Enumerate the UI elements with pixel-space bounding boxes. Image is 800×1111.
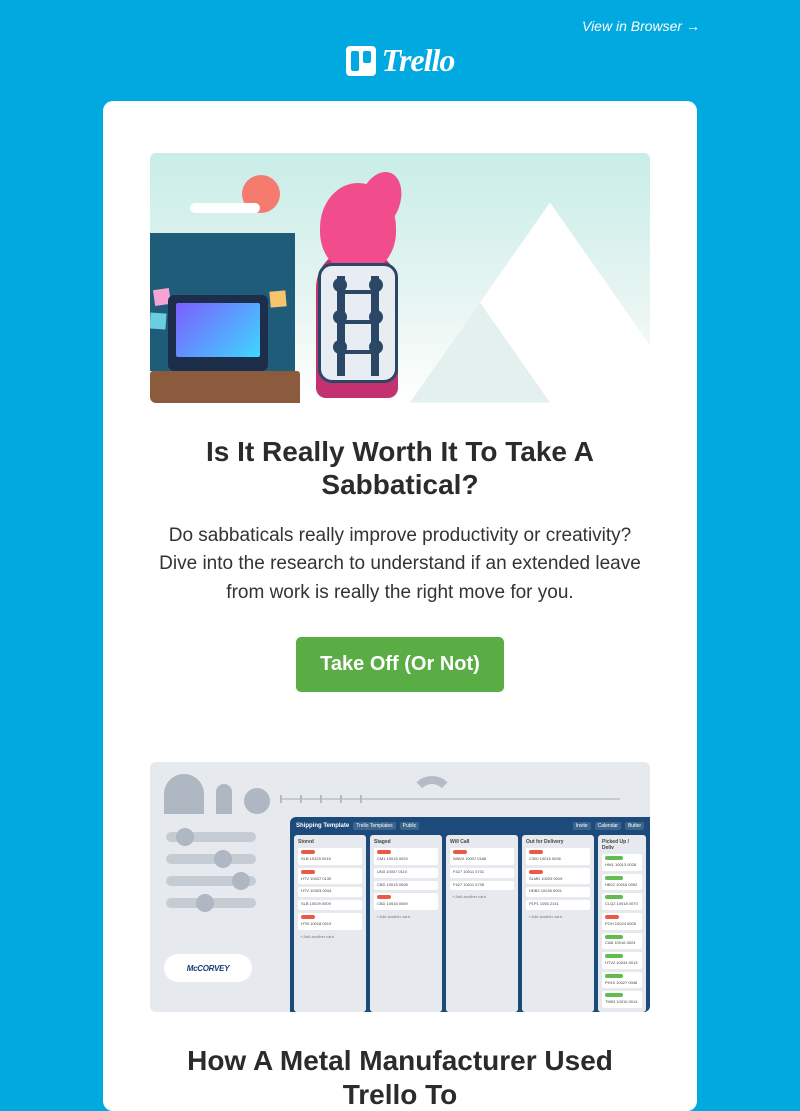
list-title: Staged [374,839,438,845]
board-chip: Invite [573,822,591,830]
board-title: Shipping Template [296,823,349,829]
board-card: CBD 10016 0069 [374,893,438,910]
board-chip: Calendar [595,822,621,830]
board-card: SLB 10029 0009 [298,900,362,910]
board-chip: Butler [625,822,644,830]
trello-board-preview: Shipping Template Trello Templates Publi… [290,817,650,1012]
add-another-card: + Add another card [450,893,514,900]
add-another-card: + Add another card [374,913,438,920]
logo-area: Trello [0,34,800,101]
board-card: PH15 10027 0046 [602,972,642,989]
board-list: Picked Up / Deliv HW1 10013 0028 HB22 1001… [598,835,646,1012]
hero-illustration-manufacturer[interactable]: McCORVEY Shipping Template Trello Templa… [150,762,650,1012]
board-card: CBD 10015 0008 [374,881,438,891]
cta-button-take-off[interactable]: Take Off (Or Not) [296,637,504,692]
board-card: HTV 10303 0044 [298,887,362,897]
board-list: Out for Delivery C300 10016 0036 SLMD 1002… [522,835,594,1012]
article-title-2: How A Metal Manufacturer Used Trello To [150,1044,650,1111]
list-title: Picked Up / Deliv [602,839,642,851]
hero-illustration-sabbatical[interactable] [150,153,650,403]
board-card: CM1 10015 0029 [374,848,438,865]
board-card: SLMD 10029 0019 [526,868,590,885]
board-card: F427 10011 0731 [450,868,514,878]
board-chip: Trello Templates [353,822,395,830]
add-another-card: + Add another card [298,933,362,940]
board-card: WAV9 10007 0186 [450,848,514,865]
board-card: P1P1 1050 2141 [526,900,590,910]
article-title-1: Is It Really Worth It To Take A Sabbatic… [150,435,650,502]
board-list: Stored SLB 10329 0015 HTV 10437 0130 HTV 10… [294,835,366,1012]
board-card: SLB 10329 0015 [298,848,362,865]
board-card: F427 10011 0739 [450,881,514,891]
trello-wordmark: Trello [382,42,455,79]
view-in-browser-bar: View in Browser → [0,0,800,34]
board-card: CLQ2 10018 0070 [602,893,642,910]
list-title: Stored [298,839,362,845]
board-list: Will Call WAV9 10007 0186 F427 10011 0731 F… [446,835,518,1012]
view-in-browser-link[interactable]: View in Browser → [582,18,700,34]
board-card: C300 10016 0036 [526,848,590,865]
board-card: UN3 10007 0110 [374,868,438,878]
board-card: HDB2 10245 0001 [526,887,590,897]
add-another-card: + Add another card [602,1011,642,1012]
list-title: Will Call [450,839,514,845]
board-card: HTV2 10044 0013 [602,952,642,969]
board-card: PGH 10024 0005 [602,913,642,930]
board-list: Staged CM1 10015 0029 UN3 10007 0110 CBD 10… [370,835,442,1012]
list-title: Out for Delivery [526,839,590,845]
board-card: HTB 10018 0019 [298,913,362,930]
mccorvey-logo: McCORVEY [164,954,252,982]
add-another-card: + Add another card [526,913,590,920]
email-card: Is It Really Worth It To Take A Sabbatic… [103,101,697,1111]
board-card: CAB 10016 0024 [602,933,642,950]
article-body-1: Do sabbaticals really improve productivi… [150,522,650,608]
board-chip: Public [400,822,420,830]
board-card: HB22 10016 0092 [602,874,642,891]
trello-board-icon [346,46,376,76]
board-card: HTV 10437 0130 [298,868,362,885]
trello-logo[interactable]: Trello [346,42,455,79]
board-card: HW1 10013 0028 [602,854,642,871]
